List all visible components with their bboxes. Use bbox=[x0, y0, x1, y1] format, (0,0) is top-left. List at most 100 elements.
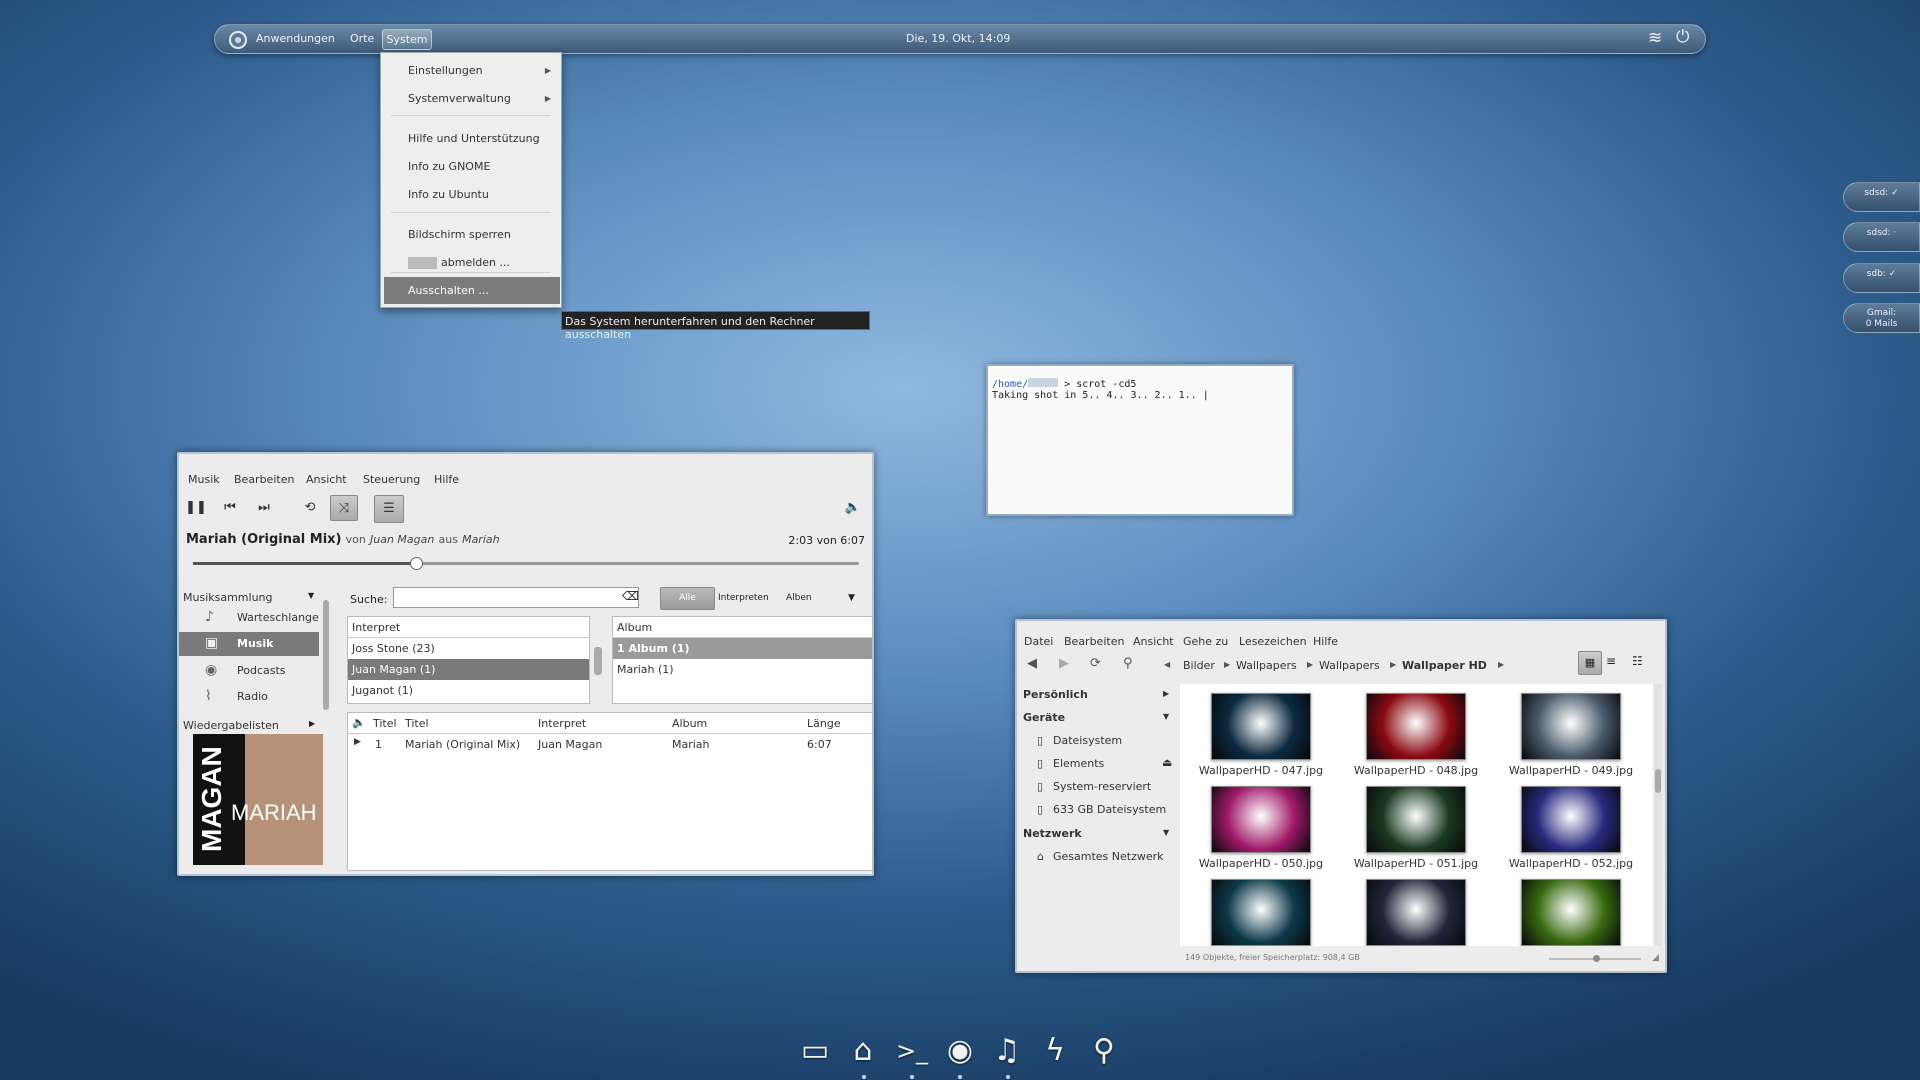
collapse-arrow-icon[interactable]: ▼ bbox=[308, 591, 314, 600]
file-label[interactable]: WallpaperHD - 051.jpg bbox=[1346, 857, 1486, 870]
menu-hilfe[interactable]: Hilfe bbox=[1313, 635, 1338, 648]
file-thumbnail[interactable] bbox=[1211, 786, 1311, 853]
file-thumbnail[interactable] bbox=[1366, 693, 1466, 760]
lightning-icon[interactable]: ϟ bbox=[1036, 1032, 1074, 1070]
menu-datei[interactable]: Datei bbox=[1024, 635, 1053, 648]
file-label[interactable]: WallpaperHD - 050.jpg bbox=[1191, 857, 1331, 870]
ubuntu-logo-icon[interactable] bbox=[229, 31, 247, 49]
icon-view-icon[interactable]: ▦ bbox=[1578, 651, 1602, 675]
sidebar-header-playlists[interactable]: Wiedergabelisten bbox=[183, 719, 279, 732]
menu-ansicht[interactable]: Ansicht bbox=[1133, 635, 1174, 648]
search-icon[interactable]: ⚲ bbox=[1085, 1032, 1123, 1070]
side-item-633gb[interactable]: 633 GB Dateisystem bbox=[1053, 803, 1166, 816]
breadcrumb-wallpapers-2[interactable]: Wallpapers bbox=[1319, 659, 1380, 672]
menu-hilfe[interactable]: Hilfe bbox=[434, 473, 459, 486]
expand-arrow-icon[interactable]: ▶ bbox=[1163, 689, 1169, 698]
file-thumbnail[interactable] bbox=[1366, 879, 1466, 946]
sidebar-item-music[interactable]: ▣ Musik bbox=[179, 632, 319, 656]
terminal-window[interactable]: /home/ > scrot -cd5 Taking shot in 5.. 4… bbox=[986, 364, 1294, 516]
breadcrumb-wallpapers-1[interactable]: Wallpapers bbox=[1236, 659, 1297, 672]
menu-steuerung[interactable]: Steuerung bbox=[363, 473, 420, 486]
menu-applications[interactable]: Anwendungen bbox=[256, 32, 335, 45]
list-view-icon[interactable]: ≡ bbox=[1606, 654, 1616, 668]
resize-grip-icon[interactable]: ◢ bbox=[1652, 953, 1659, 963]
eject-icon[interactable]: ⏏ bbox=[1162, 756, 1172, 769]
search-icon[interactable]: ⚲ bbox=[1123, 656, 1133, 671]
file-label[interactable]: WallpaperHD - 047.jpg bbox=[1191, 764, 1331, 777]
file-thumbnail[interactable] bbox=[1521, 693, 1621, 760]
widget-sdb[interactable]: sdb: ✓ bbox=[1843, 263, 1920, 293]
menu-places[interactable]: Orte bbox=[350, 32, 374, 45]
widget-sdsd-1[interactable]: sdsd: ✓ bbox=[1843, 182, 1920, 212]
expand-arrow-icon[interactable]: ▶ bbox=[309, 719, 315, 728]
compact-view-icon[interactable]: ☷ bbox=[1632, 654, 1643, 668]
file-thumbnail[interactable] bbox=[1366, 786, 1466, 853]
file-thumbnail[interactable] bbox=[1211, 693, 1311, 760]
file-label[interactable]: WallpaperHD - 048.jpg bbox=[1346, 764, 1486, 777]
pause-icon[interactable]: ❚❚ bbox=[182, 495, 210, 521]
sidebar-scrollbar[interactable] bbox=[323, 600, 329, 710]
column-artist[interactable]: Interpret bbox=[538, 717, 586, 730]
menu-item-lock-screen[interactable]: Bildschirm sperren bbox=[408, 228, 511, 241]
menu-bearbeiten[interactable]: Bearbeiten bbox=[234, 473, 294, 486]
firefox-icon[interactable]: ◉ bbox=[941, 1032, 979, 1070]
menu-item-info-ubuntu[interactable]: Info zu Ubuntu bbox=[408, 188, 489, 201]
column-title[interactable]: Titel bbox=[405, 717, 429, 730]
side-item-system-reserved[interactable]: System-reserviert bbox=[1053, 780, 1151, 793]
file-thumbnail[interactable] bbox=[1521, 879, 1621, 946]
album-row[interactable]: Mariah (1) bbox=[613, 659, 872, 680]
file-label[interactable]: WallpaperHD - 052.jpg bbox=[1501, 857, 1641, 870]
repeat-icon[interactable]: ⟲ bbox=[296, 495, 324, 521]
sidebar-item-radio[interactable]: ⌇ Radio bbox=[179, 685, 319, 709]
sidebar-item-queue[interactable]: ♪ Warteschlange bbox=[179, 606, 319, 630]
column-track-number[interactable]: Titel bbox=[373, 717, 397, 730]
menu-item-info-gnome[interactable]: Info zu GNOME bbox=[408, 160, 490, 173]
sidebar-header-collection[interactable]: Musiksammlung bbox=[183, 591, 273, 604]
volume-icon[interactable]: 🔈 bbox=[839, 495, 867, 521]
menu-item-einstellungen[interactable]: Einstellungen bbox=[408, 64, 483, 77]
clear-search-icon[interactable]: ⌫ bbox=[622, 589, 639, 603]
file-thumbnail[interactable] bbox=[1521, 786, 1621, 853]
clock[interactable]: Die, 19. Okt, 14:09 bbox=[906, 32, 1010, 45]
file-label[interactable]: WallpaperHD - 049.jpg bbox=[1501, 764, 1641, 777]
menu-item-systemverwaltung[interactable]: Systemverwaltung bbox=[408, 92, 511, 105]
artist-row[interactable]: Juganot (1) bbox=[348, 680, 589, 701]
file-grid-scrollbar[interactable] bbox=[1654, 684, 1662, 946]
side-header-devices[interactable]: Geräte bbox=[1023, 711, 1065, 724]
side-item-elements[interactable]: Elements bbox=[1053, 757, 1104, 770]
menu-system[interactable]: System bbox=[382, 29, 432, 50]
artist-row[interactable]: Juan Magan (1) bbox=[348, 659, 589, 680]
previous-icon[interactable]: ⏮ bbox=[216, 495, 244, 521]
back-icon[interactable]: ◀ bbox=[1027, 656, 1037, 671]
side-item-filesystem[interactable]: Dateisystem bbox=[1053, 734, 1122, 747]
side-header-network[interactable]: Netzwerk bbox=[1023, 827, 1082, 840]
breadcrumb-bilder[interactable]: Bilder bbox=[1183, 659, 1215, 672]
menu-gehe-zu[interactable]: Gehe zu bbox=[1183, 635, 1228, 648]
power-icon[interactable]: ⏻ bbox=[1676, 27, 1689, 47]
artist-scrollbar[interactable] bbox=[594, 647, 602, 675]
next-icon[interactable]: ⏭ bbox=[250, 495, 278, 521]
playlist-view-icon[interactable]: ☰ bbox=[374, 495, 404, 523]
track-row[interactable]: ▶ 1 Mariah (Original Mix) Juan Magan Mar… bbox=[348, 734, 872, 755]
menu-musik[interactable]: Musik bbox=[188, 473, 220, 486]
artist-list-header[interactable]: Interpret bbox=[348, 617, 589, 638]
widget-sdsd-2[interactable]: sdsd: · bbox=[1843, 222, 1920, 252]
home-folder-icon[interactable]: ⌂ bbox=[844, 1032, 882, 1070]
music-icon[interactable]: ♫ bbox=[988, 1032, 1026, 1070]
album-list-header[interactable]: Album bbox=[613, 617, 872, 638]
menu-ansicht[interactable]: Ansicht bbox=[306, 473, 347, 486]
menu-item-hilfe[interactable]: Hilfe und Unterstützung bbox=[408, 132, 540, 145]
breadcrumb-right-icon[interactable]: ▶ bbox=[1498, 660, 1504, 669]
side-header-personal[interactable]: Persönlich bbox=[1023, 688, 1088, 701]
album-row[interactable]: 1 Album (1) bbox=[613, 638, 872, 659]
zoom-slider[interactable] bbox=[1549, 955, 1641, 962]
forward-icon[interactable]: ▶ bbox=[1059, 656, 1069, 671]
zoom-slider-knob[interactable] bbox=[1593, 955, 1600, 962]
menu-item-logout[interactable]: abmelden ... bbox=[441, 256, 510, 269]
column-length[interactable]: Länge bbox=[807, 717, 841, 730]
terminal-icon[interactable]: >_ bbox=[893, 1032, 931, 1070]
seek-bar[interactable] bbox=[193, 557, 859, 570]
widget-gmail[interactable]: Gmail: 0 Mails bbox=[1843, 303, 1920, 333]
search-input[interactable] bbox=[393, 587, 639, 608]
seek-knob[interactable] bbox=[410, 557, 424, 570]
